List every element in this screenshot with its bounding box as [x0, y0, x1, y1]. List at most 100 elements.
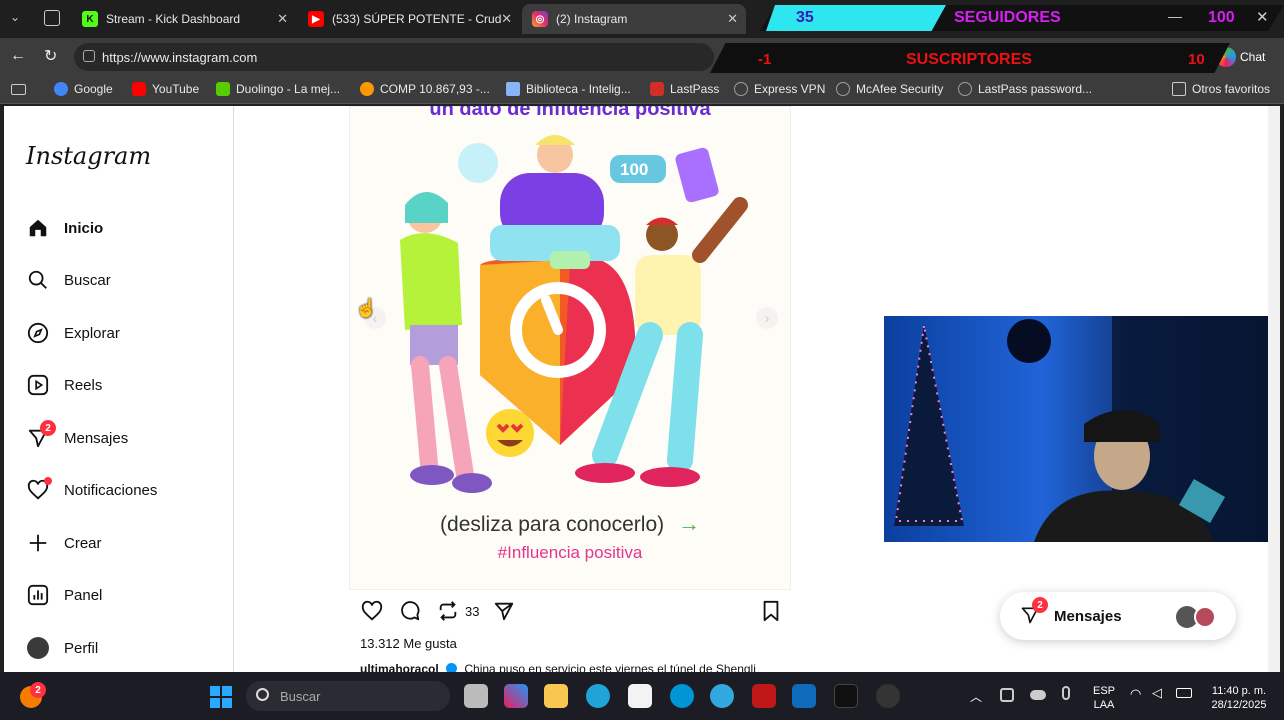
instagram-page: Instagram Inicio Buscar Explorar Reels 2…	[4, 106, 1280, 672]
volume-icon[interactable]: ◁	[1152, 685, 1162, 701]
microsoft-store-icon[interactable]	[628, 684, 652, 708]
bookmark-lastpass-password[interactable]: LastPass password...	[958, 82, 1092, 96]
bookmark-label: Biblioteca - Intelig...	[526, 82, 631, 96]
comp-icon	[360, 82, 374, 96]
followers-label: SEGUIDORES	[954, 9, 1061, 26]
nav-label: Inicio	[64, 219, 104, 237]
workspaces-icon[interactable]	[44, 10, 60, 26]
repost-icon[interactable]	[437, 600, 459, 627]
bookmark-expressvpn[interactable]: Express VPN	[734, 82, 825, 96]
bookmark-label: YouTube	[152, 82, 200, 96]
heart-icon	[26, 477, 52, 502]
windows-taskbar: 2 Buscar ︿ ESP LAA ◠ ◁ 11:40 p. m. 28/12…	[0, 672, 1284, 720]
messages-badge: 2	[40, 420, 56, 436]
nav-item-reels[interactable]: Reels	[26, 367, 226, 403]
followers-goal: 100	[1208, 9, 1235, 26]
mcafee-app-icon[interactable]	[752, 684, 776, 708]
file-explorer-icon[interactable]	[544, 684, 568, 708]
reload-icon[interactable]: ↻	[44, 46, 57, 66]
nav-item-explorar[interactable]: Explorar	[26, 315, 226, 351]
carousel-next-arrow-icon[interactable]: ›	[756, 307, 778, 329]
sidebar-toggle-icon[interactable]	[11, 84, 26, 95]
back-arrow-icon[interactable]: ←	[10, 47, 26, 65]
url-text: https://www.instagram.com	[102, 49, 258, 65]
messenger-icon: 2	[26, 420, 56, 450]
share-icon[interactable]	[493, 600, 515, 627]
nav-item-panel[interactable]: Panel	[26, 577, 226, 613]
clock[interactable]: 11:40 p. m. 28/12/2025	[1200, 684, 1278, 712]
post-image[interactable]: un dato de influencia positiva 100 ‹ › (…	[349, 106, 791, 590]
wifi-icon[interactable]: ◠	[1130, 686, 1141, 702]
mouse-cursor-icon: ☝	[355, 298, 378, 318]
bookmark-label: Otros favoritos	[1192, 82, 1271, 96]
tiktok-app-icon[interactable]	[834, 684, 858, 708]
close-tab-icon[interactable]: ✕	[727, 11, 738, 27]
onedrive-tray-icon[interactable]	[1030, 690, 1046, 700]
sync-tray-icon[interactable]	[1000, 688, 1014, 702]
start-button-icon[interactable]	[210, 686, 232, 708]
bookmark-google[interactable]: Google	[54, 82, 113, 96]
christmas-tree-illustration	[894, 316, 1280, 542]
task-view-icon[interactable]	[464, 684, 488, 708]
comment-icon[interactable]	[399, 600, 421, 627]
google-icon	[54, 82, 68, 96]
folder-icon	[1172, 82, 1186, 96]
close-tab-icon[interactable]: ✕	[277, 11, 288, 27]
arrow-right-icon: →	[677, 511, 700, 536]
chrome-app-icon[interactable]	[710, 684, 734, 708]
followers-count: 35	[796, 9, 814, 26]
tab-kick-dashboard[interactable]: K Stream - Kick Dashboard ✕	[72, 4, 296, 34]
page-scrollbar[interactable]	[1268, 106, 1280, 672]
post-illustration: 100	[400, 135, 748, 493]
bookmark-lastpass[interactable]: LastPass	[650, 82, 719, 96]
nav-item-notificaciones[interactable]: Notificaciones	[26, 472, 226, 508]
bookmark-label: McAfee Security	[856, 82, 944, 96]
bookmark-mcafee[interactable]: McAfee Security	[836, 82, 943, 96]
obs-app-icon[interactable]	[876, 684, 900, 708]
nav-item-perfil[interactable]: Perfil	[26, 630, 226, 666]
followers-goal-fill	[766, 5, 946, 31]
other-bookmarks-folder[interactable]: Otros favoritos	[1172, 82, 1270, 96]
caption-username[interactable]: ultimahoracol	[360, 662, 439, 672]
like-heart-icon[interactable]	[361, 600, 383, 627]
minimize-window-icon[interactable]: —	[1168, 8, 1182, 24]
save-bookmark-icon[interactable]	[761, 600, 781, 627]
swipe-label: (desliza para conocerlo)	[440, 513, 665, 536]
bookmark-comp[interactable]: COMP 10.867,93 -...	[360, 82, 490, 96]
battery-icon[interactable]	[1176, 688, 1192, 698]
nav-item-inicio[interactable]: Inicio	[26, 210, 226, 246]
bookmark-youtube[interactable]: YouTube	[132, 82, 199, 96]
copilot-app-icon[interactable]	[504, 684, 528, 708]
bookmark-label: LastPass password...	[978, 82, 1093, 96]
hp-app-icon[interactable]	[670, 684, 694, 708]
microphone-tray-icon[interactable]	[1062, 686, 1070, 700]
show-hidden-icons-chevron-icon[interactable]: ︿	[970, 688, 982, 705]
subscribers-count: -1	[758, 51, 772, 68]
url-input[interactable]: https://www.instagram.com	[74, 43, 714, 71]
message-avatar	[1194, 606, 1216, 628]
close-window-icon[interactable]: ✕	[1256, 8, 1269, 26]
tab-youtube[interactable]: ▶ (533) SÚPER POTENTE - Crudo Me... ✕	[298, 4, 520, 34]
close-tab-icon[interactable]: ✕	[501, 11, 512, 27]
nav-item-crear[interactable]: Crear	[26, 525, 226, 561]
nav-label: Mensajes	[64, 429, 129, 447]
messages-pill[interactable]: 2 Mensajes	[1000, 592, 1236, 640]
nav-item-buscar[interactable]: Buscar	[26, 262, 226, 298]
nav-label: Explorar	[64, 324, 120, 342]
home-icon	[26, 216, 50, 240]
messages-pill-label: Mensajes	[1054, 607, 1122, 625]
site-info-icon[interactable]	[83, 50, 95, 62]
nav-item-mensajes[interactable]: 2 Mensajes	[26, 420, 226, 456]
globe-icon	[958, 82, 972, 96]
tab-list-chevron-icon[interactable]: ⌄	[10, 10, 20, 24]
instagram-favicon-icon: ◎	[532, 11, 548, 27]
instagram-logo[interactable]: Instagram	[26, 142, 151, 170]
caption-text: China puso en servicio este viernes el t…	[464, 662, 756, 672]
taskbar-search-input[interactable]: Buscar	[246, 681, 450, 711]
bookmark-biblioteca[interactable]: Biblioteca - Intelig...	[506, 82, 631, 96]
tab-instagram[interactable]: ◎ (2) Instagram ✕	[522, 4, 746, 34]
outlook-app-icon[interactable]	[792, 684, 816, 708]
language-indicator[interactable]: ESP LAA	[1090, 684, 1118, 712]
bookmark-duolingo[interactable]: Duolingo - La mej...	[216, 82, 340, 96]
edge-browser-icon[interactable]	[586, 684, 610, 708]
